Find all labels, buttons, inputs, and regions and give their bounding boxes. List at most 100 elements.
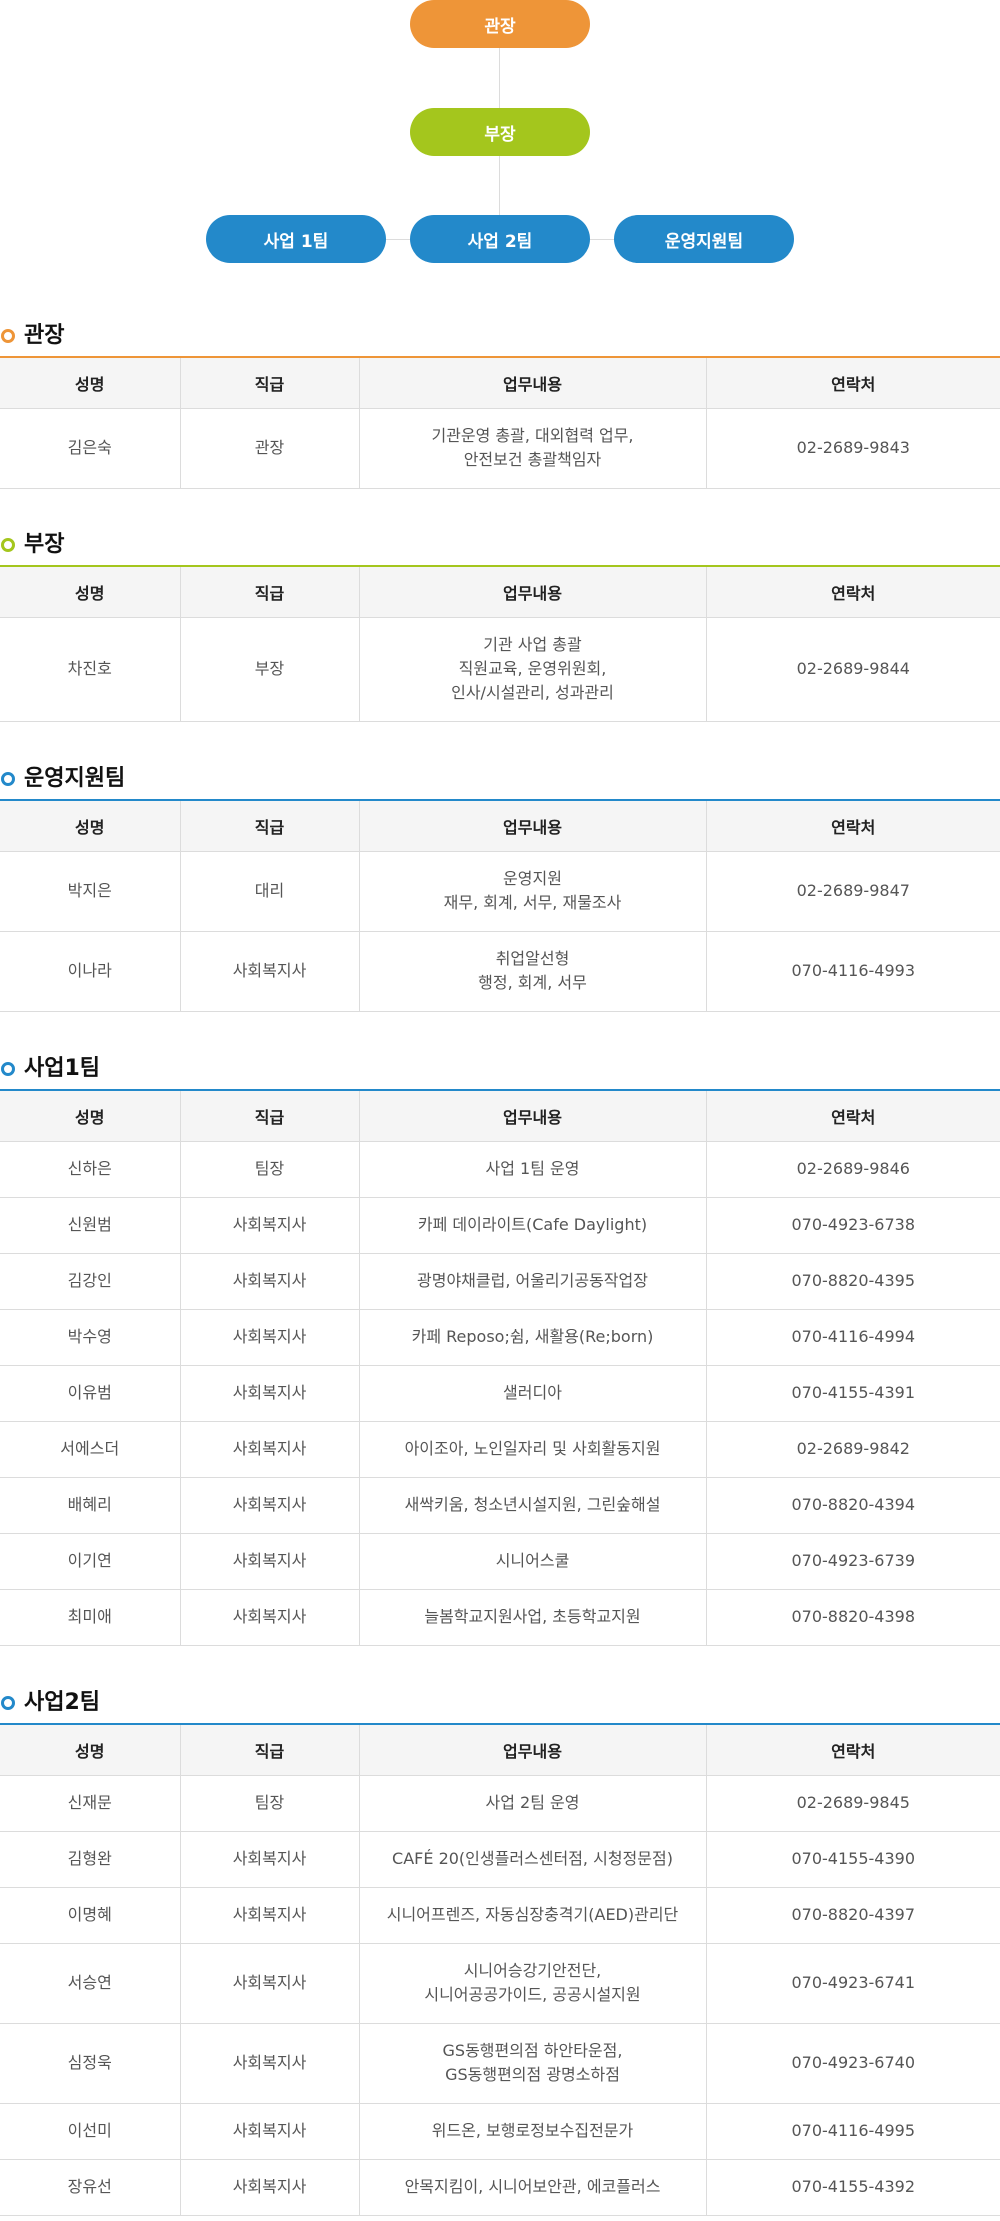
cell-rank: 부장 xyxy=(180,617,360,722)
cell-contact: 02-2689-9845 xyxy=(706,1775,1000,1832)
section-header: 관장 xyxy=(0,316,1000,356)
staff-table: 성명 직급 업무내용 연락처 차진호 부장 기관 사업 총괄 직원교육, 운영위원회, 인사… xyxy=(0,567,1000,722)
cell-rank: 사회복지사 xyxy=(180,1253,360,1310)
table-row: 김강인 사회복지사 광명야채클럽, 어울리기공동작업장 070-8820-4395 xyxy=(0,1253,1000,1310)
table-row: 이기연 사회복지사 시니어스쿨 070-4923-6739 xyxy=(0,1533,1000,1590)
cell-contact: 070-4155-4390 xyxy=(706,1831,1000,1888)
cell-duty: 사업 2팀 운영 xyxy=(359,1775,707,1832)
circle-bullet-icon xyxy=(1,329,15,343)
cell-name: 배혜리 xyxy=(0,1477,181,1534)
cell-contact: 070-8820-4394 xyxy=(706,1477,1000,1534)
cell-rank: 사회복지사 xyxy=(180,1943,360,2024)
section-header: 부장 xyxy=(0,525,1000,565)
cell-rank: 사회복지사 xyxy=(180,1365,360,1422)
header-duty: 업무내용 xyxy=(359,1725,707,1776)
cell-duty: 샐러디아 xyxy=(359,1365,707,1422)
cell-name: 서에스더 xyxy=(0,1421,181,1478)
table-row: 신원범 사회복지사 카페 데이라이트(Cafe Daylight) 070-4923-… xyxy=(0,1197,1000,1254)
cell-name: 이나라 xyxy=(0,931,181,1012)
table-row: 이명혜 사회복지사 시니어프렌즈, 자동심장충격기(AED)관리단 070-8820-… xyxy=(0,1887,1000,1944)
cell-duty: 새싹키움, 청소년시설지원, 그린숲해설 xyxy=(359,1477,707,1534)
table-row: 신재문 팀장 사업 2팀 운영 02-2689-9845 xyxy=(0,1775,1000,1832)
table-header-row: 성명 직급 업무내용 연락처 xyxy=(0,801,1000,852)
cell-duty: 시니어프렌즈, 자동심장충격기(AED)관리단 xyxy=(359,1887,707,1944)
cell-name: 이선미 xyxy=(0,2103,181,2160)
cell-rank: 사회복지사 xyxy=(180,1421,360,1478)
cell-rank: 사회복지사 xyxy=(180,1533,360,1590)
cell-duty: 시니어승강기안전단, 시니어공공가이드, 공공시설지원 xyxy=(359,1943,707,2024)
cell-contact: 070-4116-4995 xyxy=(706,2103,1000,2160)
cell-rank: 팀장 xyxy=(180,1141,360,1198)
header-duty: 업무내용 xyxy=(359,801,707,852)
section-ops-team: 운영지원팀 성명 직급 업무내용 연락처 박지은 대리 운영지원 재무, 회계, 서무, 재물… xyxy=(0,759,1000,1012)
cell-rank: 사회복지사 xyxy=(180,1887,360,1944)
cell-contact: 070-8820-4398 xyxy=(706,1589,1000,1646)
cell-rank: 사회복지사 xyxy=(180,2159,360,2216)
table-row: 서에스더 사회복지사 아이조아, 노인일자리 및 사회활동지원 02-2689-984… xyxy=(0,1421,1000,1478)
header-rank: 직급 xyxy=(180,567,360,618)
cell-contact: 070-4923-6741 xyxy=(706,1943,1000,2024)
cell-name: 신원범 xyxy=(0,1197,181,1254)
cell-contact: 070-4116-4993 xyxy=(706,931,1000,1012)
cell-rank: 사회복지사 xyxy=(180,1197,360,1254)
cell-contact: 02-2689-9847 xyxy=(706,851,1000,932)
cell-rank: 사회복지사 xyxy=(180,1477,360,1534)
cell-duty: GS동행편의점 하안타운점, GS동행편의점 광명소하점 xyxy=(359,2023,707,2104)
cell-rank: 사회복지사 xyxy=(180,2023,360,2104)
org-node-director: 관장 xyxy=(410,0,590,48)
header-rank: 직급 xyxy=(180,801,360,852)
table-row: 이나라 사회복지사 취업알선형 행정, 회계, 서무 070-4116-4993 xyxy=(0,931,1000,1012)
cell-contact: 070-4155-4391 xyxy=(706,1365,1000,1422)
org-node-ops-team: 운영지원팀 xyxy=(614,215,794,263)
cell-duty: 기관 사업 총괄 직원교육, 운영위원회, 인사/시설관리, 성과관리 xyxy=(359,617,707,722)
cell-duty: CAFÉ 20(인생플러스센터점, 시청정문점) xyxy=(359,1831,707,1888)
section-title: 사업2팀 xyxy=(24,1690,101,1715)
cell-contact: 070-4923-6739 xyxy=(706,1533,1000,1590)
cell-rank: 사회복지사 xyxy=(180,2103,360,2160)
cell-contact: 070-4923-6740 xyxy=(706,2023,1000,2104)
table-header-row: 성명 직급 업무내용 연락처 xyxy=(0,1725,1000,1776)
header-duty: 업무내용 xyxy=(359,567,707,618)
circle-bullet-icon xyxy=(1,538,15,552)
cell-duty: 카페 Reposo;쉼, 새활용(Re;born) xyxy=(359,1309,707,1366)
header-name: 성명 xyxy=(0,1091,181,1142)
cell-rank: 사회복지사 xyxy=(180,1309,360,1366)
table-row: 김은숙 관장 기관운영 총괄, 대외협력 업무, 안전보건 총괄책임자 02-2689… xyxy=(0,408,1000,489)
cell-contact: 02-2689-9843 xyxy=(706,408,1000,489)
section-title: 사업1팀 xyxy=(24,1056,101,1081)
org-chart: 관장 부장 사업 1팀 사업 2팀 운영지원팀 xyxy=(0,0,1000,265)
table-row: 이선미 사회복지사 위드온, 보행로정보수집전문가 070-4116-4995 xyxy=(0,2103,1000,2160)
cell-name: 김형완 xyxy=(0,1831,181,1888)
section-header: 사업2팀 xyxy=(0,1683,1000,1723)
header-contact: 연락처 xyxy=(706,1091,1000,1142)
cell-name: 이유범 xyxy=(0,1365,181,1422)
header-name: 성명 xyxy=(0,358,181,409)
table-row: 박수영 사회복지사 카페 Reposo;쉼, 새활용(Re;born) 070-411… xyxy=(0,1309,1000,1366)
header-name: 성명 xyxy=(0,567,181,618)
cell-duty: 시니어스쿨 xyxy=(359,1533,707,1590)
staff-table: 성명 직급 업무내용 연락처 신하은 팀장 사업 1팀 운영 02-2689-9846 신원범 사… xyxy=(0,1091,1000,1646)
cell-name: 박수영 xyxy=(0,1309,181,1366)
table-header-row: 성명 직급 업무내용 연락처 xyxy=(0,1091,1000,1142)
section-manager: 부장 성명 직급 업무내용 연락처 차진호 부장 기관 사업 총괄 직원교육, 운영위원회, … xyxy=(0,525,1000,722)
cell-name: 김강인 xyxy=(0,1253,181,1310)
cell-rank: 관장 xyxy=(180,408,360,489)
cell-rank: 사회복지사 xyxy=(180,1589,360,1646)
circle-bullet-icon xyxy=(1,1696,15,1710)
table-header-row: 성명 직급 업무내용 연락처 xyxy=(0,567,1000,618)
table-row: 최미애 사회복지사 늘봄학교지원사업, 초등학교지원 070-8820-4398 xyxy=(0,1589,1000,1646)
cell-duty: 운영지원 재무, 회계, 서무, 재물조사 xyxy=(359,851,707,932)
cell-duty: 기관운영 총괄, 대외협력 업무, 안전보건 총괄책임자 xyxy=(359,408,707,489)
cell-name: 이기연 xyxy=(0,1533,181,1590)
header-name: 성명 xyxy=(0,1725,181,1776)
cell-duty: 카페 데이라이트(Cafe Daylight) xyxy=(359,1197,707,1254)
cell-name: 신하은 xyxy=(0,1141,181,1198)
table-row: 장유선 사회복지사 안목지킴이, 시니어보안관, 에코플러스 070-4155-439… xyxy=(0,2159,1000,2216)
cell-contact: 070-4923-6738 xyxy=(706,1197,1000,1254)
cell-duty: 늘봄학교지원사업, 초등학교지원 xyxy=(359,1589,707,1646)
section-header: 운영지원팀 xyxy=(0,759,1000,799)
cell-name: 차진호 xyxy=(0,617,181,722)
header-rank: 직급 xyxy=(180,1725,360,1776)
cell-contact: 02-2689-9846 xyxy=(706,1141,1000,1198)
section-director: 관장 성명 직급 업무내용 연락처 김은숙 관장 기관운영 총괄, 대외협력 업무, 안전보건… xyxy=(0,316,1000,489)
